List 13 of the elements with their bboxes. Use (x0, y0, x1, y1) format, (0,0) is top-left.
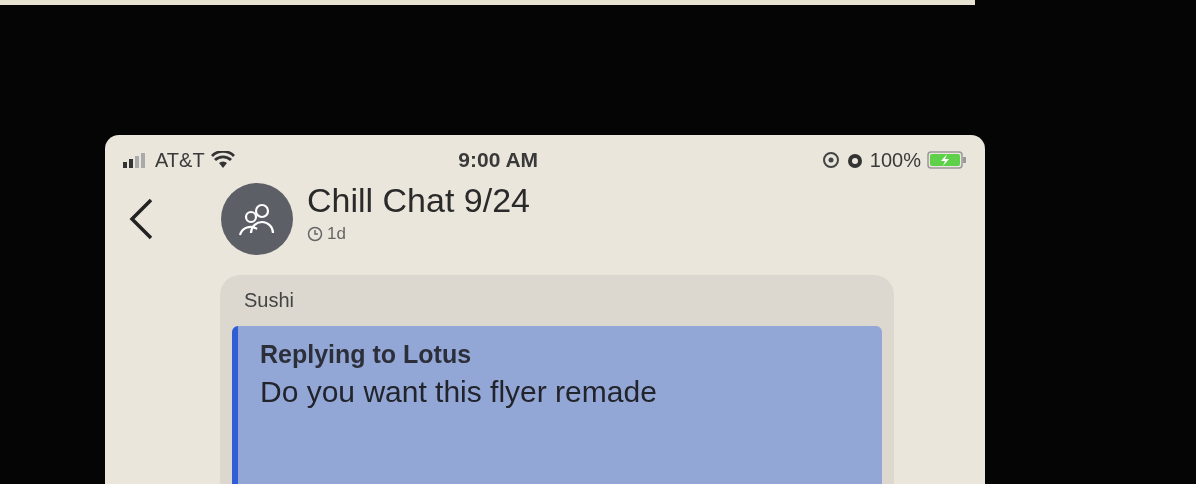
reply-quote[interactable]: Replying to Lotus Do you want this flyer remade (232, 326, 882, 484)
sender-name: Sushi (243, 289, 296, 312)
back-icon[interactable] (127, 197, 155, 241)
timer-label: 1d (327, 223, 346, 244)
wifi-icon (210, 151, 235, 169)
quoted-message: Do you want this flyer remade (260, 375, 658, 409)
battery-percentage: 100% (869, 148, 921, 172)
chat-title: Chill Chat 9/24 (307, 180, 530, 220)
timer-icon (307, 225, 323, 242)
clock-time: 9:00 AM (458, 148, 539, 172)
reply-label: Replying to Lotus (260, 340, 473, 369)
people-icon (237, 201, 277, 237)
carrier-name: AT&T (155, 148, 205, 172)
